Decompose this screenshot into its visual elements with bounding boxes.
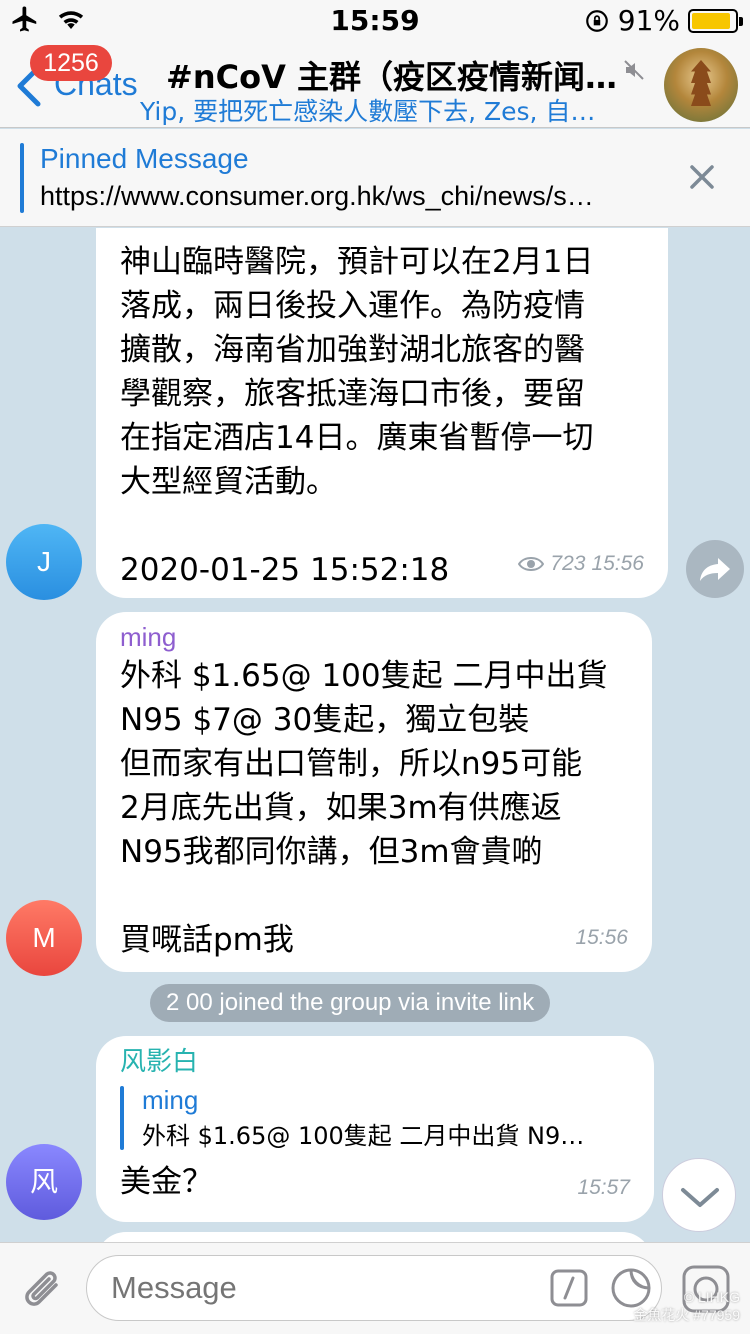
close-icon[interactable] xyxy=(684,159,720,195)
scroll-down-button[interactable] xyxy=(662,1158,736,1232)
message-text: 美金？ xyxy=(120,1164,213,1200)
message-meta: 15:56 xyxy=(575,916,628,960)
pinned-accent-bar xyxy=(20,143,24,213)
service-message: 2 00 joined the group via invite link xyxy=(150,984,551,1022)
chat-subtitle: Yip, 要把死亡感染人數壓下去, Zes, 自… xyxy=(140,97,596,126)
watermark: © LIHKG 金魚花火 #77959 xyxy=(633,1289,740,1323)
forward-button[interactable] xyxy=(686,540,744,598)
sender-name[interactable]: 风影白 xyxy=(120,1044,630,1078)
status-bar: 15:59 91% xyxy=(0,0,750,40)
sender-name[interactable]: ming xyxy=(120,620,628,654)
message-text: 外科 $1.65@ 100隻起 二月中出貨 N95 $7@ 30隻起，獨立包裝 … xyxy=(120,658,608,958)
pinned-text: https://www.consumer.org.hk/ws_chi/news/… xyxy=(40,181,594,211)
paperclip-icon[interactable] xyxy=(20,1265,66,1315)
message-list[interactable]: 神山臨時醫院，預計可以在2月1日 落成，兩日後投入運作。為防疫情 擴散，海南省加… xyxy=(0,228,750,1242)
battery-percent: 91% xyxy=(617,4,680,37)
avatar[interactable]: J xyxy=(6,524,82,600)
battery-icon xyxy=(688,8,743,33)
message-bubble[interactable]: 神山臨時醫院，預計可以在2月1日 落成，兩日後投入運作。為防疫情 擴散，海南省加… xyxy=(96,228,668,598)
message-time: 15:56 xyxy=(575,926,628,949)
view-count: 723 xyxy=(550,552,586,575)
rotation-lock-icon xyxy=(585,9,608,32)
reply-text: 外科 $1.65@ 100隻起 二月中出貨 N9… xyxy=(142,1122,585,1150)
message-meta: 15:57 xyxy=(577,1166,630,1210)
message-bubble-partial[interactable] xyxy=(96,1232,652,1242)
eye-icon xyxy=(518,557,545,571)
reply-preview[interactable]: ming 外科 $1.65@ 100隻起 二月中出貨 N9… xyxy=(120,1082,630,1154)
chat-header: Chats 1256 #nCoV 主群（疫区疫情新闻… Yip, 要把死亡感染人… xyxy=(0,40,750,128)
share-arrow-icon xyxy=(700,558,730,581)
message-time: 15:57 xyxy=(577,1176,630,1199)
message-text: 神山臨時醫院，預計可以在2月1日 落成，兩日後投入運作。為防疫情 擴散，海南省加… xyxy=(120,244,594,588)
unread-badge: 1256 xyxy=(30,45,112,81)
message-time: 15:56 xyxy=(591,552,644,575)
avatar[interactable]: M xyxy=(6,900,82,976)
pinned-message[interactable]: Pinned Message https://www.consumer.org.… xyxy=(0,129,750,227)
message-meta: 723 15:56 xyxy=(518,542,644,586)
chevron-down-icon xyxy=(681,1188,719,1207)
pinned-title: Pinned Message xyxy=(40,143,249,174)
group-avatar[interactable] xyxy=(664,48,738,122)
mute-icon xyxy=(624,60,644,80)
status-right: 91% xyxy=(584,4,743,37)
tower-image xyxy=(691,60,711,106)
bot-command-icon[interactable] xyxy=(550,1269,588,1307)
battery-fill xyxy=(692,12,731,29)
reply-sender: ming xyxy=(142,1085,199,1115)
avatar[interactable]: 风 xyxy=(6,1144,82,1220)
message-bubble[interactable]: ming 外科 $1.65@ 100隻起 二月中出貨 N95 $7@ 30隻起，… xyxy=(96,612,652,972)
input-bar: © LIHKG 金魚花火 #77959 xyxy=(0,1242,750,1334)
message-bubble[interactable]: 风影白 ming 外科 $1.65@ 100隻起 二月中出貨 N9… 美金？ 1… xyxy=(96,1036,654,1222)
